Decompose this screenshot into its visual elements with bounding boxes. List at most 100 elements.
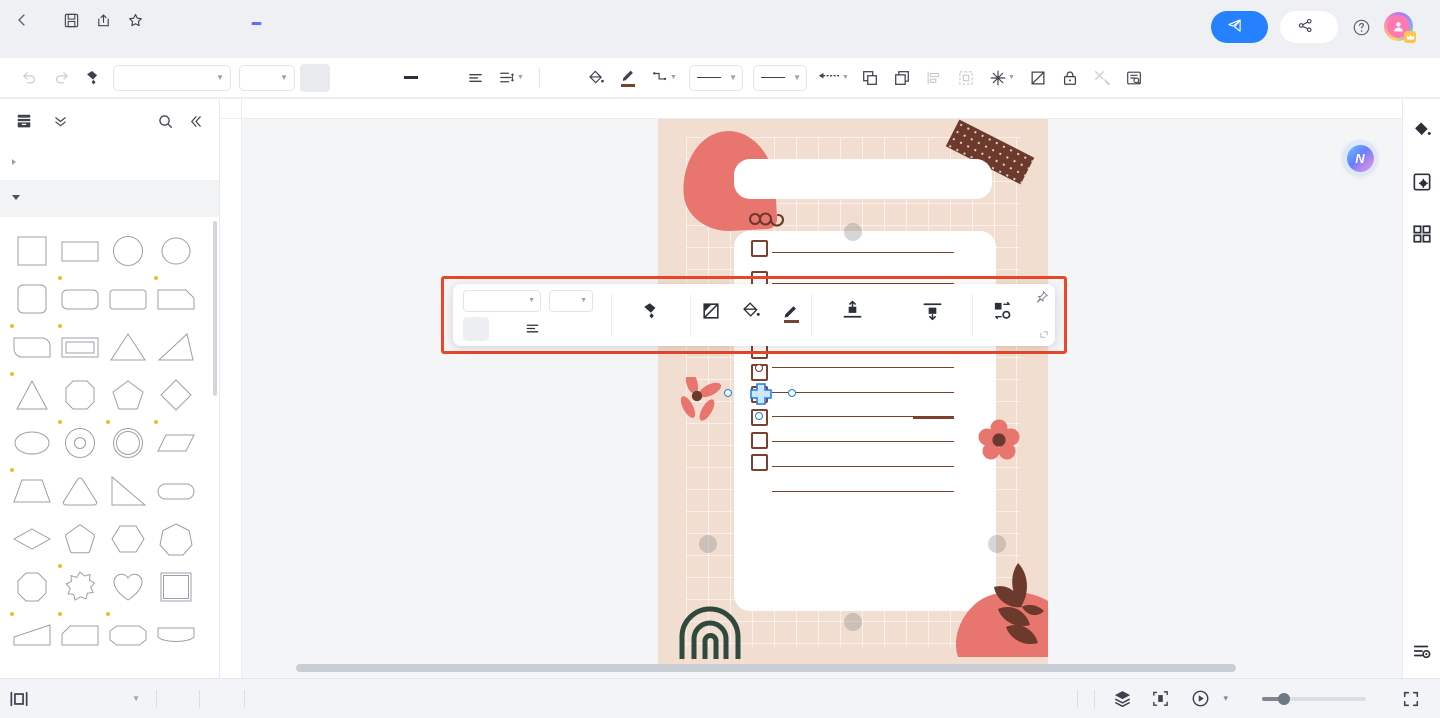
shape-quadrilateral[interactable] xyxy=(8,611,56,659)
checkbox-1[interactable] xyxy=(751,240,768,257)
float-italic-button[interactable] xyxy=(491,317,517,341)
shape-ellipse-circle[interactable] xyxy=(152,227,200,275)
shape-circle[interactable] xyxy=(104,227,152,275)
shape-octagon-square[interactable] xyxy=(56,371,104,419)
save-icon[interactable] xyxy=(60,9,82,31)
zoom-slider-knob[interactable] xyxy=(1278,692,1290,705)
checklist-line-6[interactable] xyxy=(772,392,954,393)
checklist-line-8[interactable] xyxy=(772,441,954,442)
shape-ring[interactable] xyxy=(104,419,152,467)
lock-icon[interactable] xyxy=(1055,64,1085,92)
strikethrough-button[interactable] xyxy=(428,64,458,92)
shape-cut-corner-rect[interactable] xyxy=(56,611,104,659)
font-size-select[interactable]: ▼ xyxy=(239,64,295,91)
pin-icon[interactable] xyxy=(1035,290,1049,304)
shape-one-rounded-corner[interactable] xyxy=(152,275,200,323)
title-card[interactable] xyxy=(734,159,992,199)
bring-to-front-icon[interactable] xyxy=(855,64,885,92)
float-send-to-back[interactable] xyxy=(892,288,972,342)
menu-item-view[interactable] xyxy=(174,33,206,43)
text-box-icon[interactable] xyxy=(549,64,579,92)
artboard[interactable] xyxy=(658,119,1048,664)
star-icon[interactable] xyxy=(124,9,146,31)
shape-hexagon[interactable] xyxy=(104,515,152,563)
back-chevron-icon[interactable] xyxy=(12,10,32,30)
search-icon[interactable] xyxy=(153,109,177,133)
shape-rhombus[interactable] xyxy=(8,515,56,563)
bold-button[interactable] xyxy=(300,63,330,92)
decorative-flower-right[interactable] xyxy=(978,419,1020,466)
zoom-out-button[interactable] xyxy=(1236,689,1256,709)
vertical-ruler[interactable] xyxy=(220,119,242,678)
font-family-select[interactable]: ▼ xyxy=(113,64,231,91)
group-icon[interactable] xyxy=(951,64,981,92)
shape-parallelogram[interactable] xyxy=(152,419,200,467)
float-font-family-select[interactable]: ▼ xyxy=(463,289,541,312)
library-group-basic-drawing[interactable] xyxy=(0,180,219,217)
line-weight-select[interactable]: ▼ xyxy=(689,64,743,91)
presentation-icon[interactable] xyxy=(1185,685,1215,713)
checklist-line-10[interactable] xyxy=(772,491,954,492)
menu-item-insert[interactable] xyxy=(110,33,142,43)
shape-rounded-octagon-rect[interactable] xyxy=(104,611,152,659)
float-fill[interactable] xyxy=(731,288,771,342)
menu-item-search-feature[interactable] xyxy=(270,33,302,43)
shape-triangle-tall[interactable] xyxy=(8,371,56,419)
inspect-icon[interactable] xyxy=(1119,64,1149,92)
shape-heart[interactable] xyxy=(104,563,152,611)
focus-icon[interactable] xyxy=(1145,685,1175,713)
float-bold-button[interactable] xyxy=(463,316,489,341)
line-dash-select[interactable]: ▼ xyxy=(753,64,807,91)
avatar[interactable] xyxy=(1384,12,1416,43)
checkbox-9[interactable] xyxy=(751,432,768,449)
float-replace[interactable] xyxy=(973,288,1031,342)
fill-style-icon[interactable] xyxy=(1409,117,1435,143)
shape-donut[interactable] xyxy=(56,419,104,467)
export-icon[interactable] xyxy=(92,9,114,31)
zoom-in-button[interactable] xyxy=(1372,689,1392,709)
decorative-rainbow-arcs[interactable] xyxy=(676,597,754,664)
line-spacing-icon[interactable]: ▼ xyxy=(492,64,530,92)
align-icon[interactable] xyxy=(460,64,490,92)
help-icon[interactable] xyxy=(1350,16,1372,38)
float-bring-to-front[interactable] xyxy=(812,288,892,342)
view-mode-icon[interactable] xyxy=(4,685,34,713)
menu-item-layout[interactable] xyxy=(142,33,174,43)
shape-stadium[interactable] xyxy=(152,467,200,515)
shape-right-triangle[interactable] xyxy=(104,467,152,515)
document-title[interactable] xyxy=(42,18,50,22)
float-align-icon[interactable] xyxy=(519,317,545,341)
font-color-button[interactable] xyxy=(396,64,426,92)
checklist-line-5[interactable] xyxy=(772,367,954,368)
library-group-collect[interactable] xyxy=(0,143,219,180)
shape-triangle[interactable] xyxy=(104,323,152,371)
share-button[interactable] xyxy=(1280,11,1338,43)
library-scrollbar[interactable] xyxy=(213,221,217,396)
selection-handle-right[interactable] xyxy=(788,389,796,397)
layers-icon[interactable] xyxy=(1107,685,1137,713)
menu-item-plugin[interactable] xyxy=(302,33,334,43)
arrow-style-icon[interactable]: ▼ xyxy=(813,64,853,92)
ai-assistant-icon[interactable]: N xyxy=(1342,140,1378,176)
zoom-caret-icon[interactable]: ▾ xyxy=(1223,693,1228,704)
publish-button[interactable] xyxy=(1211,11,1268,43)
page-select[interactable]: ▼ xyxy=(38,686,148,712)
float-font-size-select[interactable]: ▼ xyxy=(549,289,593,312)
fill-icon[interactable] xyxy=(581,64,611,92)
add-shape-handle-top[interactable] xyxy=(844,223,862,241)
shape-rounded-square[interactable] xyxy=(8,275,56,323)
menu-item-select[interactable] xyxy=(78,33,110,43)
add-shape-handle-right[interactable] xyxy=(988,535,1006,553)
line-color-icon[interactable] xyxy=(613,64,643,92)
add-shape-handle-left[interactable] xyxy=(699,535,717,553)
checkbox-10[interactable] xyxy=(751,454,768,471)
float-style[interactable] xyxy=(691,288,731,342)
list-settings-icon[interactable] xyxy=(1409,638,1435,664)
menu-item-symbol[interactable] xyxy=(206,33,238,43)
shape-right-triangle-up[interactable] xyxy=(152,323,200,371)
add-page-button[interactable] xyxy=(165,686,191,712)
shape-triangle-rounded[interactable] xyxy=(56,467,104,515)
crop-icon[interactable] xyxy=(1023,64,1053,92)
float-line[interactable] xyxy=(771,288,811,342)
shape-heptagon[interactable] xyxy=(152,515,200,563)
